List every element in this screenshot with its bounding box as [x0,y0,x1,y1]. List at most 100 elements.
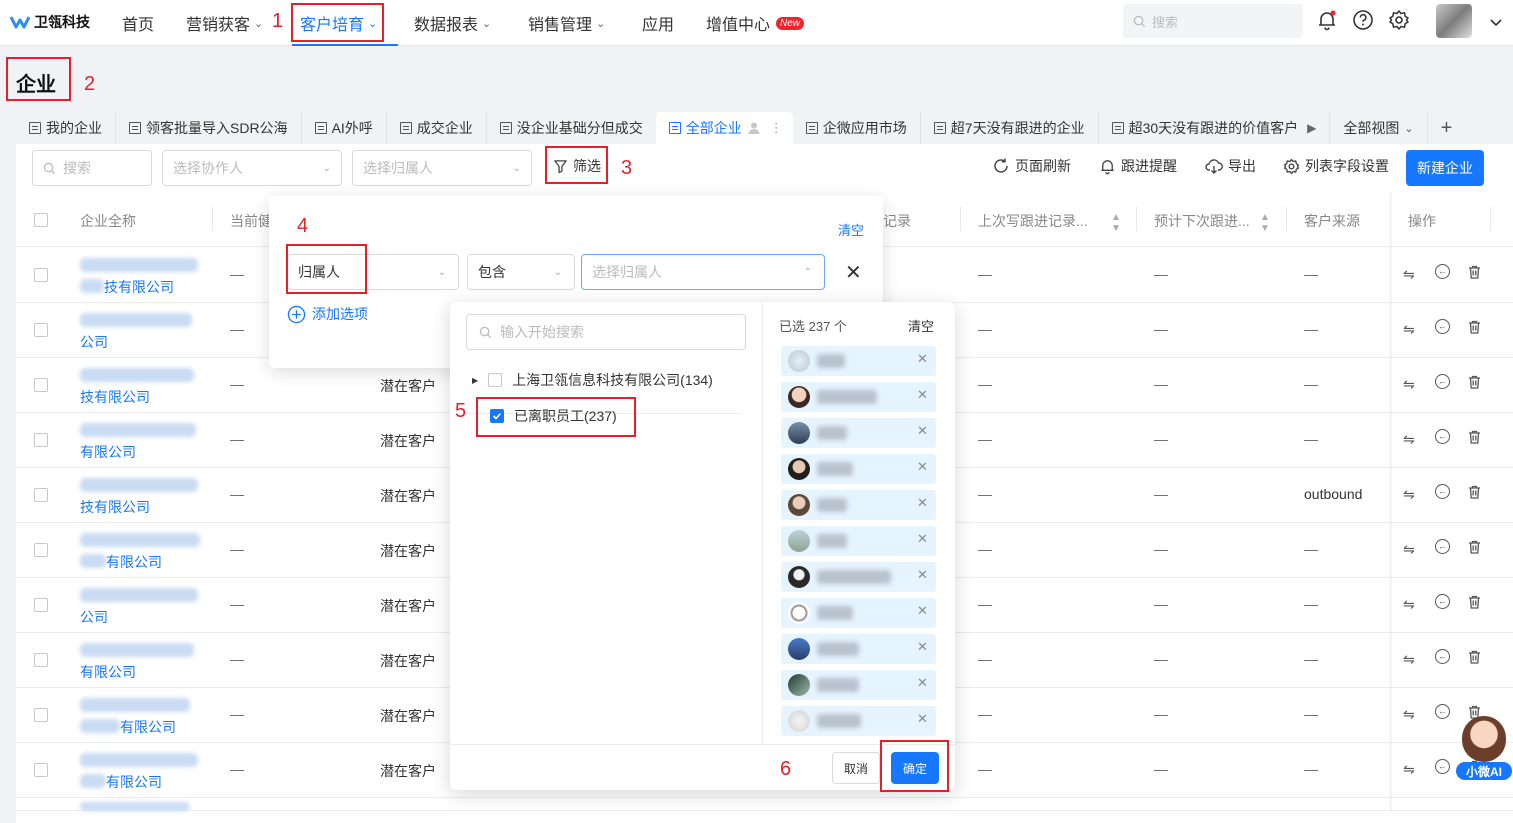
transfer-icon[interactable]: ⇋ [1403,596,1415,613]
return-icon[interactable]: ← [1435,319,1450,334]
gear-icon[interactable] [1387,8,1411,32]
follow-remind-button[interactable]: 跟进提醒 [1099,156,1177,176]
transfer-icon[interactable]: ⇋ [1403,431,1415,448]
add-view-icon[interactable]: + [1428,112,1466,144]
company-name-link[interactable]: 有限公司 [120,717,176,737]
close-icon[interactable]: ✕ [917,495,928,511]
bell-icon[interactable] [1315,8,1339,32]
nav-home[interactable]: 首页 [122,11,154,35]
nav-marketing[interactable]: 营销获客 ⌄ [186,11,263,35]
company-name-link[interactable]: 有限公司 [80,442,136,462]
transfer-icon[interactable]: ⇋ [1403,321,1415,338]
close-icon[interactable]: ✕ [917,567,928,583]
transfer-icon[interactable]: ⇋ [1403,706,1415,723]
close-icon[interactable]: ✕ [917,711,928,727]
col-source[interactable]: 客户来源 [1304,211,1360,231]
trash-icon[interactable] [1468,595,1481,612]
owner-select[interactable]: 选择归属人 ⌄ [352,150,532,186]
company-name-link[interactable]: 有限公司 [80,662,136,682]
owner-search-input[interactable]: 输入开始搜索 [466,314,746,350]
row-checkbox[interactable] [34,708,48,722]
refresh-button[interactable]: 页面刷新 [992,156,1071,176]
filter-operator-select[interactable]: 包含 ⌄ [467,254,575,290]
help-icon[interactable] [1351,8,1375,32]
chevron-down-icon[interactable] [1484,10,1508,34]
trash-icon[interactable] [1468,540,1481,557]
close-icon[interactable]: ✕ [917,639,928,655]
close-icon[interactable]: ✕ [917,459,928,475]
return-icon[interactable]: ← [1435,594,1450,609]
cancel-button[interactable]: 取消 [832,752,880,784]
tab-30days-no-follow[interactable]: 超30天没有跟进的价值客户 ▶ [1099,112,1331,144]
company-name-link[interactable]: 有限公司 [106,552,162,572]
more-vertical-icon[interactable]: ⋮ [770,120,783,136]
tab-7days-no-follow[interactable]: 超7天没有跟进的企业 [921,112,1099,144]
transfer-icon[interactable]: ⇋ [1403,486,1415,503]
new-company-button[interactable]: 新建企业 [1406,150,1484,186]
tab-all-companies[interactable]: 全部企业 ⋮ [655,112,793,144]
close-icon[interactable]: ✕ [917,387,928,403]
tab-sdr-pool[interactable]: 领客批量导入SDR公海 [116,112,302,144]
row-checkbox[interactable] [34,763,48,777]
tree-node-checkbox[interactable] [488,373,503,387]
tab-my-companies[interactable]: 我的企业 [16,112,116,144]
filter-clear-button[interactable]: 清空 [838,220,864,239]
sort-icon[interactable]: ▲ ▼ [1111,212,1121,234]
row-checkbox[interactable] [34,488,48,502]
tree-node-company[interactable]: ▶ 上海卫瓴信息科技有限公司(134) [472,370,713,390]
trash-icon[interactable] [1468,375,1481,392]
tab-all-views[interactable]: 全部视图 ⌄ [1330,112,1428,144]
close-icon[interactable]: ✕ [917,603,928,619]
filter-value-select[interactable]: 选择归属人 ⌃ [581,254,825,290]
trash-icon[interactable] [1468,320,1481,337]
nav-sales[interactable]: 销售管理 ⌄ [528,11,605,35]
company-name-link[interactable]: 公司 [80,607,108,627]
row-checkbox[interactable] [34,543,48,557]
nav-apps[interactable]: 应用 [642,11,674,35]
row-checkbox[interactable] [34,433,48,447]
row-checkbox[interactable] [34,323,48,337]
play-icon[interactable]: ▶ [1307,121,1316,135]
column-settings-button[interactable]: 列表字段设置 [1283,156,1389,176]
search-input[interactable]: 搜索 [32,150,152,186]
col-stage[interactable]: 当前健 [230,211,272,231]
trash-icon[interactable] [1468,485,1481,502]
selected-clear-button[interactable]: 清空 [908,316,934,335]
col-last-follow[interactable]: 上次写跟进记录... [978,211,1088,231]
company-name-link[interactable]: 公司 [80,332,108,352]
transfer-icon[interactable]: ⇋ [1403,761,1415,778]
table-row[interactable] [16,798,1513,811]
return-icon[interactable]: ← [1435,539,1450,554]
collaborator-select[interactable]: 选择协作人 ⌄ [162,150,342,186]
close-icon[interactable]: ✕ [845,260,862,285]
global-search-input[interactable]: 搜索 [1123,4,1303,38]
close-icon[interactable]: ✕ [917,531,928,547]
return-icon[interactable]: ← [1435,759,1450,774]
user-avatar[interactable] [1436,4,1472,38]
tab-closed-deals[interactable]: 成交企业 [387,112,487,144]
tab-ai-call[interactable]: AI外呼 [302,112,387,144]
row-checkbox[interactable] [34,653,48,667]
close-icon[interactable]: ✕ [917,351,928,367]
return-icon[interactable]: ← [1435,374,1450,389]
trash-icon[interactable] [1468,650,1481,667]
return-icon[interactable]: ← [1435,484,1450,499]
nav-value-center[interactable]: 增值中心 New [706,11,805,35]
return-icon[interactable]: ← [1435,429,1450,444]
close-icon[interactable]: ✕ [917,675,928,691]
close-icon[interactable]: ✕ [917,423,928,439]
nav-reports[interactable]: 数据报表 ⌄ [414,11,491,35]
export-button[interactable]: 导出 [1205,156,1256,176]
select-all-checkbox[interactable] [34,213,48,227]
trash-icon[interactable] [1468,430,1481,447]
row-checkbox[interactable] [34,598,48,612]
row-checkbox[interactable] [34,378,48,392]
transfer-icon[interactable]: ⇋ [1403,541,1415,558]
transfer-icon[interactable]: ⇋ [1403,266,1415,283]
add-option-button[interactable]: 添加选项 [287,304,368,324]
col-next-follow[interactable]: 预计下次跟进... [1154,211,1250,231]
brand-logo[interactable]: 卫瓴科技 [10,12,90,32]
tab-wecom-market[interactable]: 企微应用市场 [793,112,921,144]
company-name-link[interactable]: 技有限公司 [104,277,174,297]
transfer-icon[interactable]: ⇋ [1403,376,1415,393]
